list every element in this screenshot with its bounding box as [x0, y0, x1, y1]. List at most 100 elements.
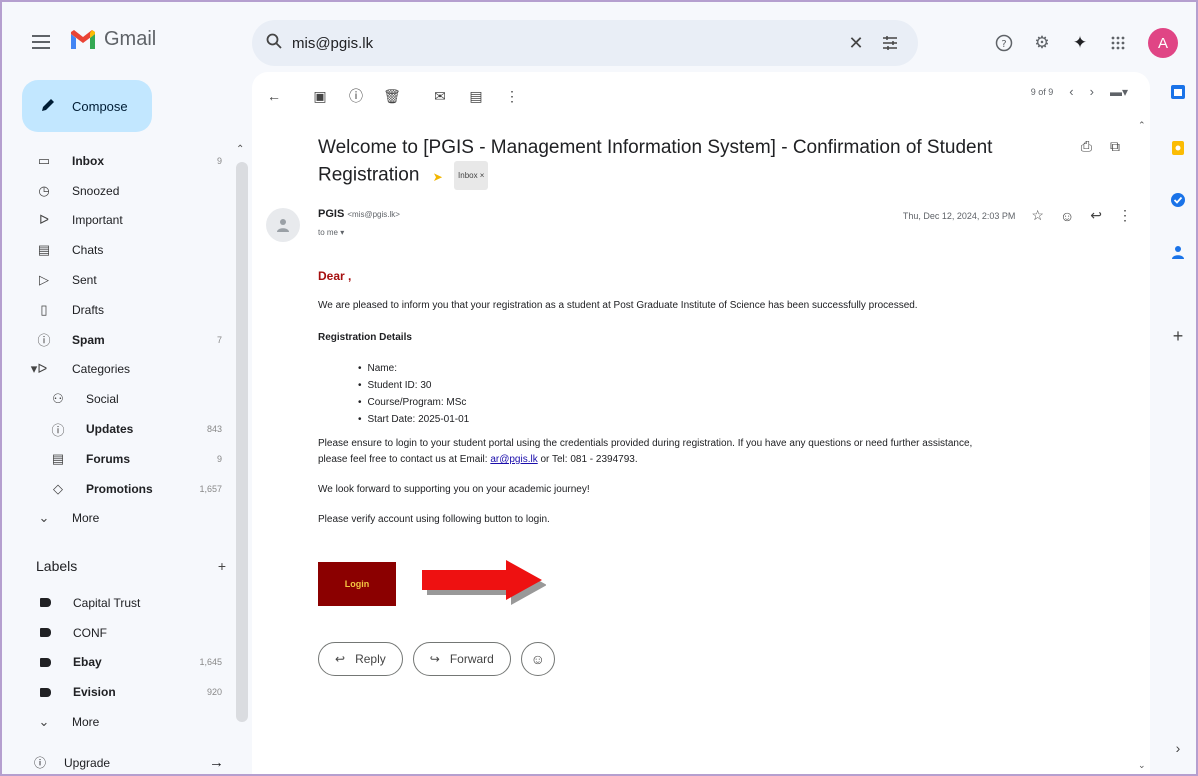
ensure-text-3: or Tel: 081 - 2394793. [537, 454, 638, 465]
details-heading: Registration Details [318, 332, 412, 343]
mark-unread-icon[interactable]: ✉ [428, 84, 452, 108]
sidebar-scrollbar[interactable]: ⌃ ⌄ [234, 144, 248, 774]
add-addon-icon[interactable]: + [1168, 326, 1188, 346]
sidebar-item-updates[interactable]: ⓘ Updates 843 [2, 414, 234, 444]
login-button[interactable]: Login [318, 562, 396, 606]
search-bar[interactable]: mis@pgis.lk ✕ [252, 20, 918, 66]
email-toolbar: ← ▣ ⓘ 🗑 ✉ ▤ ⋮ [252, 80, 1150, 112]
forward-button[interactable]: ↪ Forward [412, 642, 511, 676]
report-spam-icon[interactable]: ⓘ [344, 84, 368, 108]
sidebar-item-sent[interactable]: ▷ Sent [2, 265, 234, 295]
reply-actions: ↩ Reply ↪ Forward ☺ [318, 642, 555, 676]
emoji-icon: ☺ [530, 651, 545, 667]
inbox-label-chip[interactable]: Inbox × [454, 161, 489, 190]
print-icon[interactable]: ⎙ [1081, 138, 1092, 155]
label-item-count: 1,645 [199, 657, 222, 668]
emoji-react-icon[interactable]: ☺ [1060, 208, 1074, 224]
sidebar-item-chats[interactable]: ▤ Chats [2, 235, 234, 265]
open-new-window-icon[interactable]: ⧉ [1110, 138, 1120, 155]
sidebar-item-drafts[interactable]: ▯ Drafts [2, 295, 234, 325]
ensure-text-2: please feel free to contact us at Email: [318, 454, 491, 465]
more-vert-icon[interactable]: ⋮ [500, 84, 524, 108]
settings-gear-icon[interactable]: ⚙ [1030, 31, 1054, 55]
recipient-details[interactable]: to me ▾ [318, 228, 344, 237]
top-right-actions: ? ⚙ ✦ A [992, 28, 1178, 58]
move-to-icon[interactable]: ▤ [464, 84, 488, 108]
sidebar-item-count: 9 [216, 453, 222, 464]
next-page-icon[interactable]: › [1090, 84, 1094, 99]
scroll-up-icon[interactable]: ⌃ [236, 144, 244, 155]
email-date: Thu, Dec 12, 2024, 2:03 PM [902, 210, 1016, 221]
scroll-down-icon[interactable]: ⌄ [1138, 760, 1146, 771]
search-input[interactable]: mis@pgis.lk [292, 35, 836, 52]
email-view: ← ▣ ⓘ 🗑 ✉ ▤ ⋮ 9 of 9 ‹ › ▬▾ Welcome to [… [252, 72, 1150, 774]
top-bar: Gmail mis@pgis.lk ✕ ? ⚙ ✦ A [2, 2, 1196, 72]
reply-icon[interactable]: ↩ [1090, 207, 1102, 224]
sidebar-item-spam[interactable]: ⓘ Spam 7 [2, 325, 234, 355]
sidebar-item-forums[interactable]: ▤ Forums 9 [2, 444, 234, 474]
contacts-icon[interactable] [1168, 242, 1188, 262]
gemini-sparkle-icon[interactable]: ✦ [1068, 31, 1092, 55]
sidebar-item-label: Inbox [72, 153, 104, 168]
label-item-ebay[interactable]: Ebay 1,645 [2, 648, 234, 678]
svg-text:?: ? [1001, 39, 1006, 50]
list-item: Student ID: 30 [358, 377, 1118, 394]
reply-button[interactable]: ↩ Reply [318, 642, 403, 676]
back-arrow-icon[interactable]: ← [262, 84, 286, 108]
delete-icon[interactable]: 🗑 [380, 84, 404, 108]
help-icon[interactable]: ? [992, 31, 1016, 55]
sidebar-item-label: Chats [72, 243, 104, 258]
label-item-more[interactable]: ⌄ More [2, 707, 234, 737]
account-avatar[interactable]: A [1148, 28, 1178, 58]
upgrade-button[interactable]: ⓘ Upgrade → [34, 754, 224, 771]
sidebar-item-promotions[interactable]: ◇ Promotions 1,657 [2, 474, 234, 504]
compose-label: Compose [72, 98, 128, 114]
clear-search-icon[interactable]: ✕ [842, 29, 870, 57]
sidebar-item-label: More [72, 511, 100, 526]
sidebar-item-label: Spam [72, 332, 105, 347]
sidebar-item-social[interactable]: ⚇ Social [2, 384, 234, 414]
label-item-evision[interactable]: Evision 920 [2, 677, 234, 707]
label-item-capital-trust[interactable]: Capital Trust [2, 588, 234, 618]
sidebar-item-inbox[interactable]: ▭ Inbox 9 [2, 146, 234, 176]
label-item-conf[interactable]: CONF [2, 618, 234, 648]
emoji-reaction-button[interactable]: ☺ [520, 642, 555, 676]
keyboard-icon[interactable]: ▬▾ [1110, 85, 1128, 99]
gmail-logo[interactable]: Gmail [70, 28, 156, 51]
important-icon: ᐅ [39, 212, 49, 228]
more-vert-icon[interactable]: ⋮ [1118, 207, 1132, 224]
email-scrollbar[interactable]: ⌃ ⌄ [1138, 120, 1150, 770]
calendar-icon[interactable] [1168, 82, 1188, 102]
search-options-icon[interactable] [876, 29, 904, 57]
star-icon[interactable]: ☆ [1031, 207, 1044, 224]
email-body: Dear , We are pleased to inform you that… [318, 268, 1118, 528]
contact-email-link[interactable]: ar@pgis.lk [490, 454, 537, 465]
add-label-icon[interactable]: + [218, 558, 226, 574]
forum-icon: ▤ [51, 450, 65, 466]
subject-actions: ⎙ ⧉ [1081, 138, 1120, 155]
details-list: Name: Student ID: 30 Course/Program: MSc… [318, 360, 1118, 428]
hide-panel-chevron-icon[interactable]: › [1168, 738, 1188, 758]
person-icon [277, 219, 289, 232]
labels-header: Labels + [36, 558, 226, 574]
apps-grid-icon[interactable] [1106, 31, 1130, 55]
keep-icon[interactable] [1168, 138, 1188, 158]
reply-icon: ↩ [335, 652, 346, 666]
tasks-icon[interactable] [1168, 190, 1188, 210]
archive-icon[interactable]: ▣ [308, 84, 332, 108]
importance-marker-icon[interactable]: ➤ [433, 170, 443, 184]
scroll-up-icon[interactable]: ⌃ [1138, 120, 1146, 131]
sidebar-item-snoozed[interactable]: ◷ Snoozed [2, 176, 234, 206]
compose-button[interactable]: Compose [22, 80, 152, 132]
search-icon[interactable] [266, 33, 282, 54]
sidebar-item-categories[interactable]: ▾ᐅ Categories [2, 355, 234, 385]
main-menu-icon[interactable] [32, 30, 56, 54]
sidebar-item-more[interactable]: ⌄ More [2, 504, 234, 534]
subject-text: Welcome to [PGIS - Management Informatio… [318, 137, 993, 186]
sidebar-item-important[interactable]: ᐅ Important [2, 206, 234, 236]
list-item: Name: [358, 360, 1118, 377]
sidebar-scroll-thumb[interactable] [236, 162, 248, 722]
sidebar-item-label: Snoozed [72, 183, 120, 198]
label-tag-icon [40, 598, 51, 608]
prev-page-icon[interactable]: ‹ [1069, 84, 1073, 99]
